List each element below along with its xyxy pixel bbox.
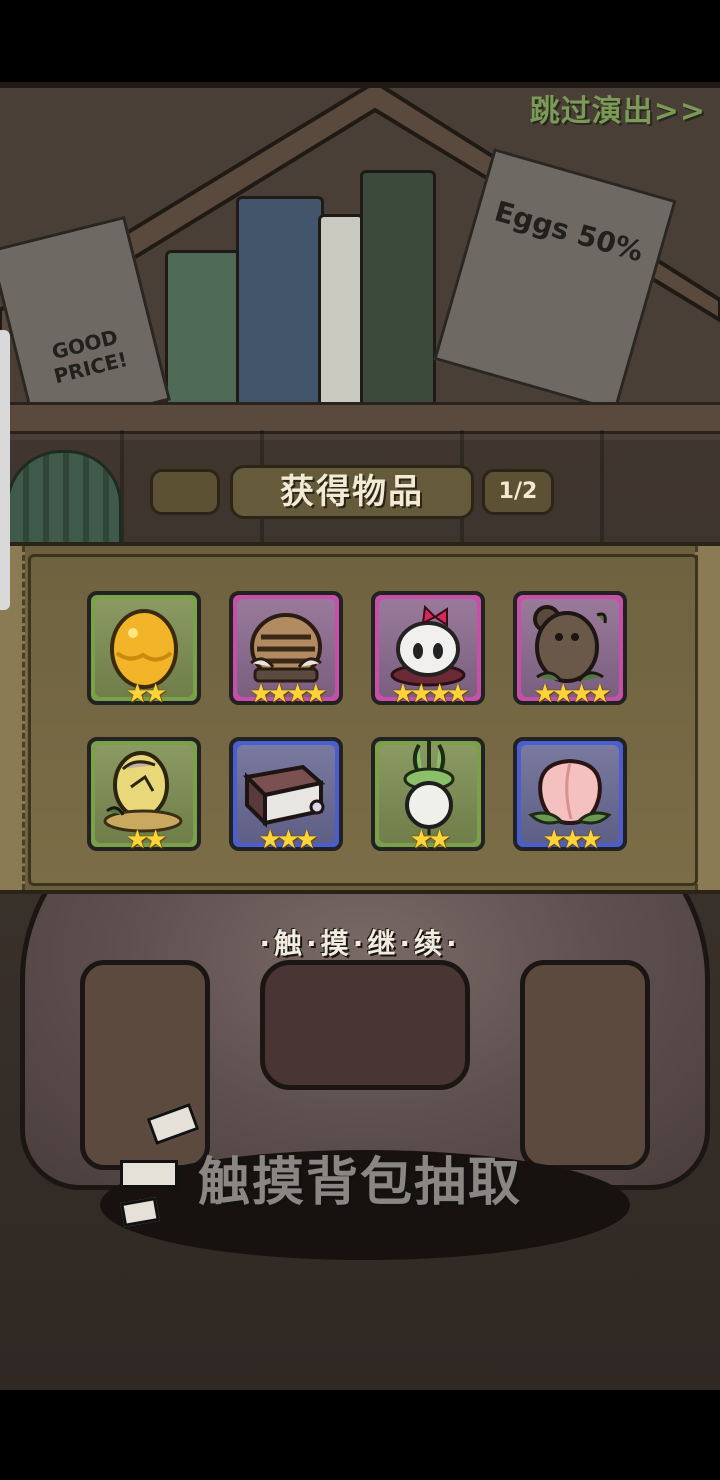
header-left-plate	[150, 469, 220, 515]
reward-banner[interactable]: ★★ ★★★★ ★★★★ ★★★★ ★★ ★★★ ★★ ★★★	[0, 542, 720, 894]
reward-item-cracked-egg[interactable]: ★★	[87, 737, 201, 855]
tiger-egg-icon	[250, 613, 322, 683]
reward-item-bear-pot[interactable]: ★★★★	[513, 591, 627, 709]
reward-item-ribbon-egg[interactable]: ★★★★	[371, 591, 485, 709]
book-dark-green	[360, 170, 436, 408]
rarity-stars: ★★★	[542, 825, 603, 855]
rarity-stars: ★★	[409, 825, 452, 855]
peach-icon	[528, 758, 612, 826]
reward-item-radish[interactable]: ★★	[371, 737, 485, 855]
page-indicator: 1/2	[482, 469, 554, 515]
book-blue	[236, 196, 324, 408]
golden-egg-icon	[110, 609, 178, 689]
bear-pot-icon	[533, 605, 607, 683]
top-black-bar	[0, 0, 720, 82]
rarity-stars: ★★	[125, 825, 168, 855]
shelf-board	[0, 402, 720, 434]
book-icon	[242, 764, 326, 828]
rarity-stars: ★★	[125, 679, 168, 709]
backpack-mouth	[260, 960, 470, 1090]
edge-panel-handle[interactable]	[0, 330, 10, 610]
book-green	[165, 250, 241, 408]
backpack-strap-left	[80, 960, 210, 1170]
touch-to-continue-prompt: ·触·摸·继·续·	[259, 927, 461, 960]
rarity-stars: ★★★★	[533, 679, 611, 709]
skip-animation-button[interactable]: 跳过演出>>	[530, 86, 706, 130]
backpack-strap-right	[520, 960, 650, 1170]
ribbon-egg-icon	[390, 604, 466, 687]
rarity-stars: ★★★	[258, 825, 319, 855]
rarity-stars: ★★★★	[249, 679, 327, 709]
reward-item-golden-egg[interactable]: ★★	[87, 591, 201, 709]
bottom-black-bar	[0, 1390, 720, 1480]
reward-header: 获得物品 1/2	[150, 465, 554, 519]
reward-item-book[interactable]: ★★★	[229, 737, 343, 855]
radish-icon	[403, 741, 455, 835]
reward-grid: ★★ ★★★★ ★★★★ ★★★★ ★★ ★★★ ★★ ★★★	[28, 554, 698, 886]
cracked-egg-icon	[103, 751, 183, 833]
rarity-stars: ★★★★	[391, 679, 469, 709]
touch-backpack-prompt: 触摸背包抽取	[197, 1153, 522, 1213]
reward-item-tiger-egg[interactable]: ★★★★	[229, 591, 343, 709]
banner-edge-right	[695, 546, 720, 890]
reward-item-peach[interactable]: ★★★	[513, 737, 627, 855]
game-scene[interactable]: GOOD PRICE! Eggs 50% 跳过演出>> 触摸背包抽取 获得物品 …	[0, 0, 720, 1390]
reward-title: 获得物品	[230, 465, 474, 519]
book-white	[318, 214, 364, 408]
